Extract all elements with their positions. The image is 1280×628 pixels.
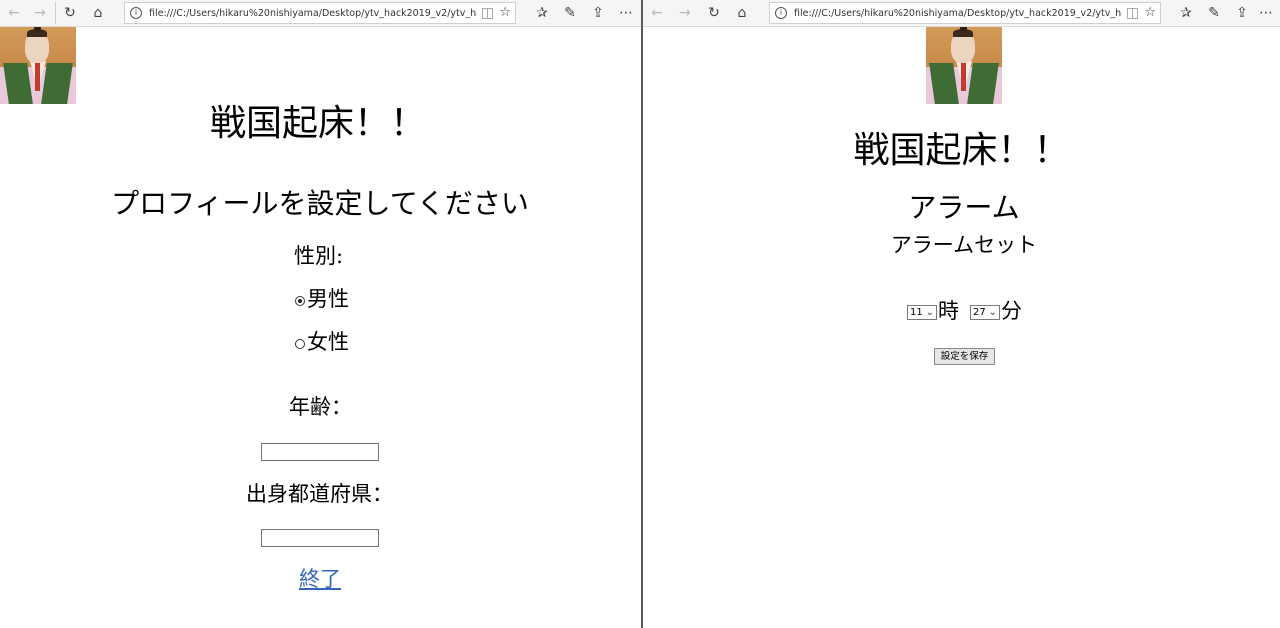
save-settings-button[interactable]: 設定を保存 xyxy=(934,348,995,365)
left-browser-window: ← → ↻ ⌂ i file:///C:/Users/hikaru%20nish… xyxy=(0,0,641,628)
share-icon[interactable]: ⇪ xyxy=(586,2,610,24)
more-icon[interactable]: ⋯ xyxy=(614,2,638,24)
browser-toolbar: ← → ↻ ⌂ i file:///C:/Users/hikaru%20nish… xyxy=(0,0,641,27)
site-info-icon[interactable]: i xyxy=(130,7,142,19)
age-input[interactable] xyxy=(261,443,379,461)
gender-label: 性別: xyxy=(294,244,344,268)
home-icon[interactable]: ⌂ xyxy=(86,2,110,24)
site-info-icon[interactable]: i xyxy=(775,7,787,19)
chevron-down-icon: ⌄ xyxy=(925,307,934,318)
hour-unit-label: 時 xyxy=(938,299,959,323)
back-icon[interactable]: ← xyxy=(645,2,669,24)
address-bar[interactable]: i file:///C:/Users/hikaru%20nishiyama/De… xyxy=(769,2,1161,24)
hour-select[interactable]: 11 ⌄ xyxy=(907,305,937,320)
more-icon[interactable]: ⋯ xyxy=(1254,2,1278,24)
minute-select[interactable]: 27 ⌄ xyxy=(970,305,1000,320)
favorites-hub-icon[interactable]: ✰ xyxy=(1174,2,1198,24)
chevron-down-icon: ⌄ xyxy=(988,307,997,318)
address-url[interactable]: file:///C:/Users/hikaru%20nishiyama/Desk… xyxy=(149,6,477,22)
back-icon[interactable]: ← xyxy=(2,2,26,24)
age-label: 年齢： xyxy=(289,395,352,419)
profile-heading: プロフィールを設定してください xyxy=(111,187,529,220)
alarm-heading: アラーム xyxy=(908,191,1020,224)
favorites-hub-icon[interactable]: ✰ xyxy=(530,2,554,24)
samurai-portrait-image xyxy=(926,27,1002,104)
right-browser-window: ← → ↻ ⌂ i file:///C:/Users/hikaru%20nish… xyxy=(643,0,1280,628)
gender-male-radio[interactable] xyxy=(295,296,305,306)
app-title: 戦国起床！！ xyxy=(853,130,1070,171)
finish-link[interactable]: 終了 xyxy=(299,566,341,592)
samurai-portrait-image xyxy=(0,27,76,104)
favorite-star-icon[interactable]: ☆ xyxy=(499,5,511,21)
address-bar[interactable]: i file:///C:/Users/hikaru%20nishiyama/De… xyxy=(124,2,516,24)
hour-select-value: 11 xyxy=(910,307,923,318)
web-notes-icon[interactable]: ✎ xyxy=(1202,2,1226,24)
refresh-icon[interactable]: ↻ xyxy=(58,2,82,24)
reading-view-icon[interactable] xyxy=(1127,8,1138,19)
gender-female-label[interactable]: 女性 xyxy=(307,329,349,355)
app-title: 戦国起床！！ xyxy=(209,103,426,144)
reading-view-icon[interactable] xyxy=(482,8,493,19)
gender-male-label[interactable]: 男性 xyxy=(307,286,349,312)
minute-select-value: 27 xyxy=(973,307,986,318)
browser-toolbar: ← → ↻ ⌂ i file:///C:/Users/hikaru%20nish… xyxy=(643,0,1280,27)
alarm-subheading: アラームセット xyxy=(890,233,1038,257)
web-notes-icon[interactable]: ✎ xyxy=(558,2,582,24)
home-icon[interactable]: ⌂ xyxy=(730,2,754,24)
share-icon[interactable]: ⇪ xyxy=(1230,2,1254,24)
toolbar-separator xyxy=(55,2,56,24)
prefecture-input[interactable] xyxy=(261,529,379,547)
minute-unit-label: 分 xyxy=(1001,299,1022,323)
prefecture-label: 出身都道府県： xyxy=(246,482,393,506)
forward-icon[interactable]: → xyxy=(673,2,697,24)
favorite-star-icon[interactable]: ☆ xyxy=(1144,5,1156,21)
gender-female-radio[interactable] xyxy=(295,339,305,349)
refresh-icon[interactable]: ↻ xyxy=(702,2,726,24)
forward-icon[interactable]: → xyxy=(28,2,52,24)
address-url[interactable]: file:///C:/Users/hikaru%20nishiyama/Desk… xyxy=(794,6,1122,22)
